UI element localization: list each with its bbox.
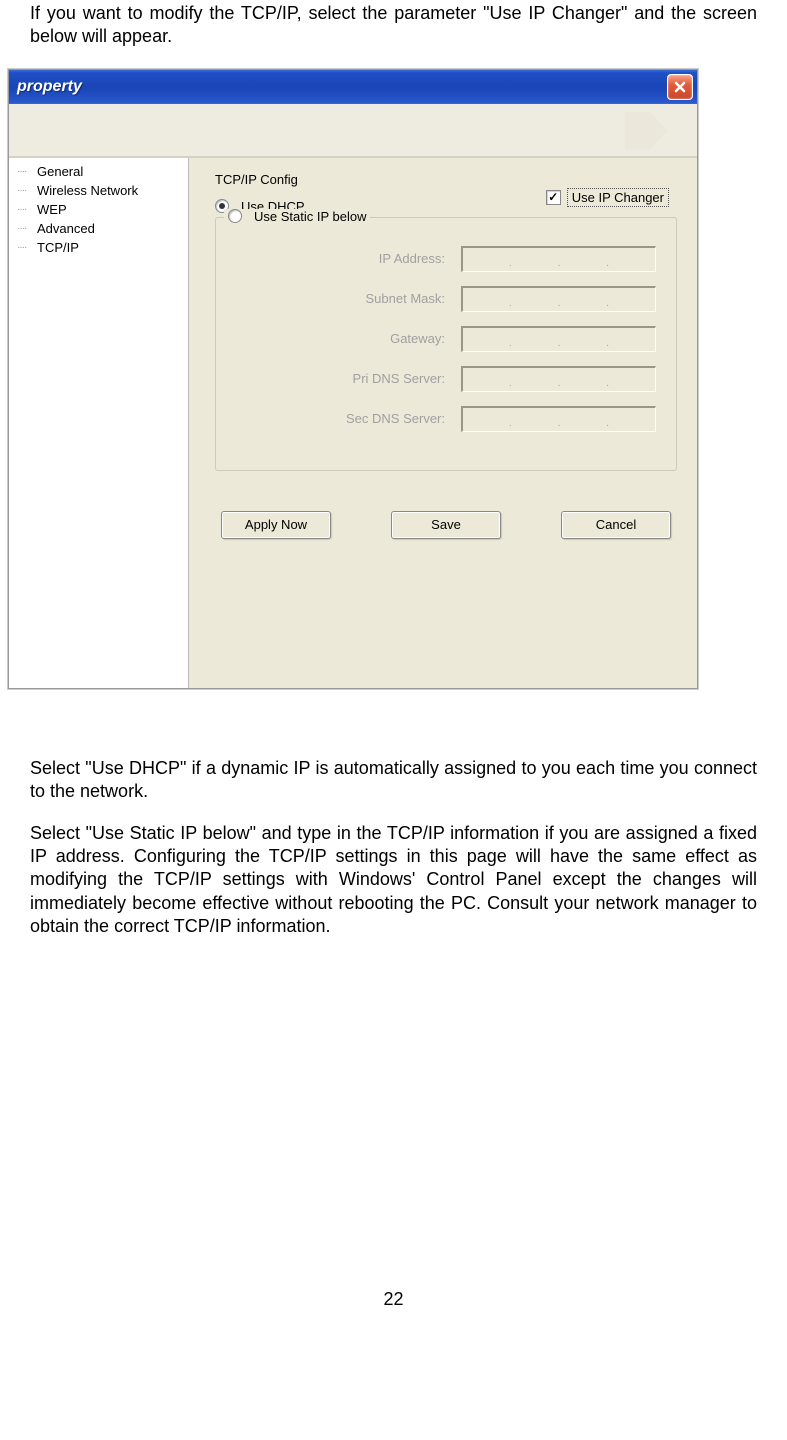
sidebar: ···· General ···· Wireless Network ···· … [9,158,189,688]
tree-connector-icon: ···· [17,185,37,196]
sidebar-item-tcpip[interactable]: ···· TCP/IP [9,238,188,257]
dot-icon: . [558,338,561,349]
panel-heading: TCP/IP Config [215,172,677,187]
sidebar-item-label: Wireless Network [37,183,138,198]
close-button[interactable] [667,74,693,100]
cancel-button[interactable]: Cancel [561,511,671,539]
window-header-strip [9,104,697,158]
gateway-input[interactable]: . . . [461,326,656,352]
dot-icon: . [509,258,512,269]
use-ip-changer-label: Use IP Changer [567,188,669,207]
use-ip-changer-option[interactable]: ✓ Use IP Changer [546,188,669,207]
sidebar-item-label: WEP [37,202,67,217]
main-panel: TCP/IP Config ✓ Use IP Changer Use DHCP … [189,158,697,688]
titlebar: property [9,70,697,104]
save-button[interactable]: Save [391,511,501,539]
radio-use-static-row[interactable]: Use Static IP below [224,209,370,224]
pri-dns-input[interactable]: . . . [461,366,656,392]
use-ip-changer-checkbox[interactable]: ✓ [546,190,561,205]
dot-icon: . [606,298,609,309]
dot-icon: . [509,418,512,429]
gateway-label: Gateway: [315,331,445,346]
dot-icon: . [509,378,512,389]
close-icon [673,80,687,94]
pri-dns-row: Pri DNS Server: . . . [236,366,656,392]
dot-icon: . [606,338,609,349]
static-ip-groupbox: Use Static IP below IP Address: . . . Su… [215,217,677,471]
subnet-mask-label: Subnet Mask: [315,291,445,306]
tree-connector-icon: ···· [17,204,37,215]
tree-connector-icon: ···· [17,166,37,177]
property-window: property ···· General ···· Wireless Netw… [8,69,698,689]
page-number: 22 [30,1289,757,1310]
dot-icon: . [558,258,561,269]
post-paragraph-1: Select "Use DHCP" if a dynamic IP is aut… [30,757,757,804]
pri-dns-label: Pri DNS Server: [315,371,445,386]
dot-icon: . [509,298,512,309]
subnet-mask-row: Subnet Mask: . . . [236,286,656,312]
radio-use-static-label: Use Static IP below [254,209,366,224]
dot-icon: . [606,418,609,429]
radio-use-static[interactable] [228,209,242,223]
intro-paragraph: If you want to modify the TCP/IP, select… [30,2,757,49]
sidebar-item-wep[interactable]: ···· WEP [9,200,188,219]
subnet-mask-input[interactable]: . . . [461,286,656,312]
sidebar-item-wireless[interactable]: ···· Wireless Network [9,181,188,200]
dot-icon: . [558,298,561,309]
ip-address-input[interactable]: . . . [461,246,656,272]
dot-icon: . [606,258,609,269]
button-row: Apply Now Save Cancel [215,511,677,539]
dot-icon: . [558,418,561,429]
sidebar-item-label: TCP/IP [37,240,79,255]
post-paragraph-2: Select "Use Static IP below" and type in… [30,822,757,939]
ip-address-label: IP Address: [315,251,445,266]
sidebar-item-label: General [37,164,83,179]
dot-icon: . [509,338,512,349]
tree-connector-icon: ···· [17,242,37,253]
dot-icon: . [606,378,609,389]
sec-dns-row: Sec DNS Server: . . . [236,406,656,432]
dot-icon: . [558,378,561,389]
tree-connector-icon: ···· [17,223,37,234]
window-title: property [17,78,82,96]
ip-address-row: IP Address: . . . [236,246,656,272]
sidebar-item-label: Advanced [37,221,95,236]
sidebar-item-general[interactable]: ···· General [9,162,188,181]
apply-now-button[interactable]: Apply Now [221,511,331,539]
sidebar-item-advanced[interactable]: ···· Advanced [9,219,188,238]
gateway-row: Gateway: . . . [236,326,656,352]
sec-dns-label: Sec DNS Server: [315,411,445,426]
sec-dns-input[interactable]: . . . [461,406,656,432]
